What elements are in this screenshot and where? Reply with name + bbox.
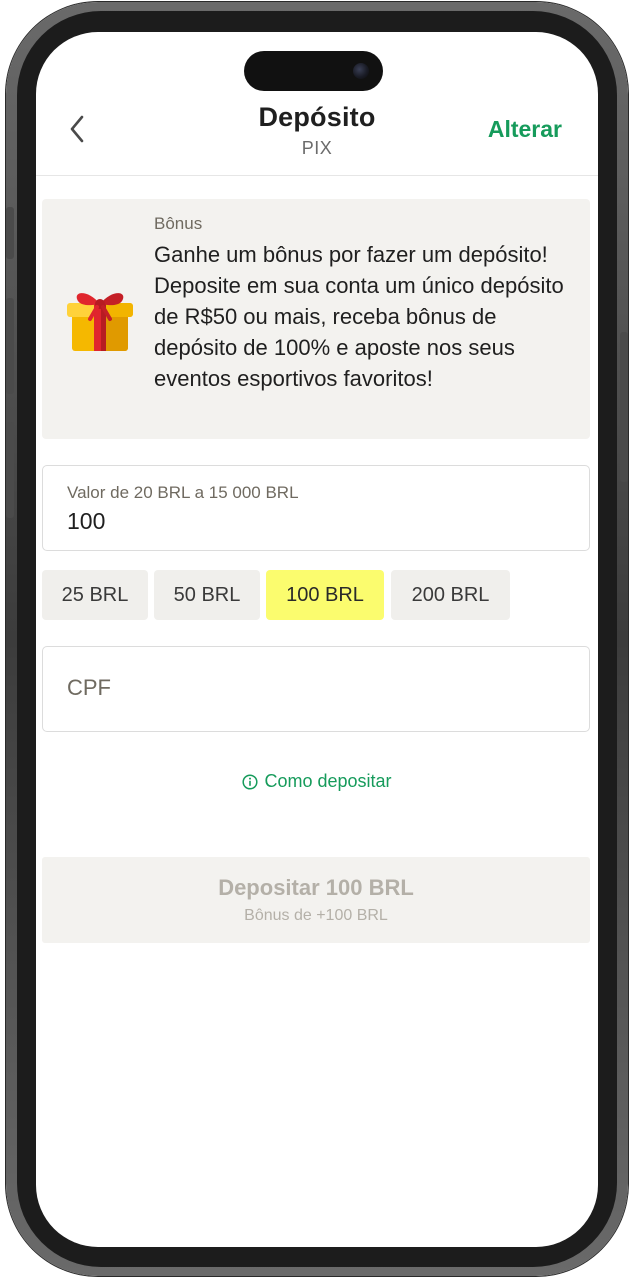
screen: Depósito PIX Alterar Bônus Ganhe um bônu… [36,32,598,1247]
bonus-card: Bônus Ganhe um bônus por fazer um depósi… [42,199,590,439]
silent-switch [6,207,14,259]
cpf-input[interactable] [67,675,567,701]
bonus-label: Bônus [154,214,203,233]
deposit-button[interactable]: Depositar 100 BRL Bônus de +100 BRL [42,857,590,943]
quick-amount-100-button[interactable]: 100 BRL [266,570,384,620]
bonus-description: Ganhe um bônus por fazer um depósito! De… [154,242,564,391]
how-to-deposit-label: Como depositar [264,771,392,791]
deposit-button-bonus: Bônus de +100 BRL [244,907,388,924]
quick-amount-25-button[interactable]: 25 BRL [42,570,148,620]
cpf-field[interactable] [42,646,590,732]
info-icon [242,773,259,790]
change-method-link[interactable]: Alterar [488,116,562,143]
camera-icon [353,63,369,79]
volume-up-button [6,298,14,394]
gift-icon [67,293,133,351]
quick-amount-200-button[interactable]: 200 BRL [391,570,510,620]
app-header: Depósito PIX Alterar [36,98,598,176]
power-button [620,332,628,482]
amount-field-label: Valor de 20 BRL a 15 000 BRL [67,483,299,502]
quick-amount-50-button[interactable]: 50 BRL [154,570,260,620]
amount-field[interactable]: Valor de 20 BRL a 15 000 BRL [42,465,590,551]
dynamic-island [244,51,383,91]
amount-input[interactable] [67,508,567,535]
volume-down-button [6,422,14,518]
deposit-button-label: Depositar 100 BRL [218,875,414,900]
how-to-deposit-link[interactable]: Como depositar [36,771,598,792]
